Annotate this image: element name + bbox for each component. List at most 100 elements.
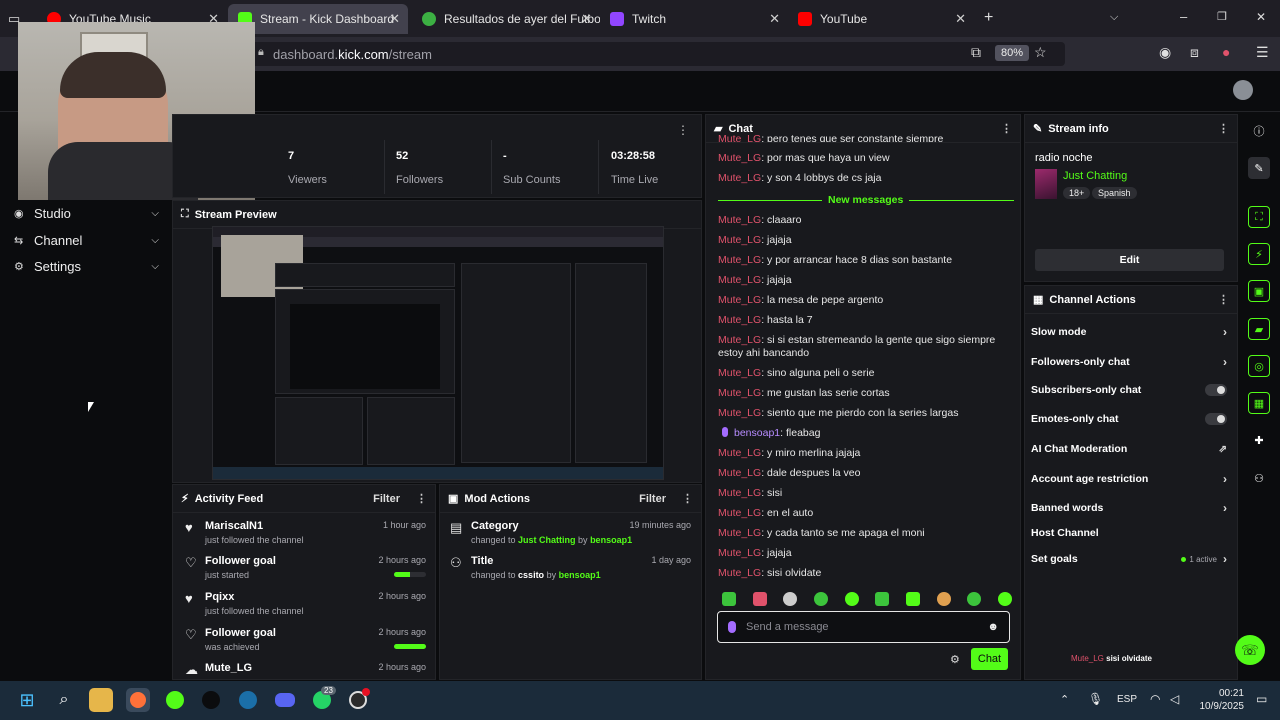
chat-username[interactable]: Mute_LG [718,274,761,286]
avatar[interactable] [1233,80,1253,100]
firefox-icon[interactable] [126,688,150,712]
chat-username[interactable]: Mute_LG [718,234,761,246]
mod-user[interactable]: bensoap1 [590,535,632,545]
bolt-icon[interactable]: ⚡︎ [1248,243,1270,265]
chat-username[interactable]: Mute_LG [718,447,761,459]
more-icon[interactable]: ⋮ [1218,122,1229,135]
chat-send-button[interactable]: Chat [971,648,1008,670]
chat-username[interactable]: Mute_LG [718,133,761,142]
chat-username[interactable]: Mute_LG [718,254,761,266]
sidebar-item-studio[interactable]: ◉ Studio ⌵ [14,206,159,221]
mod-user[interactable]: bensoap1 [559,570,601,580]
close-icon[interactable]: ✕ [389,11,400,27]
pencil-icon[interactable]: ✎ [1248,157,1270,179]
close-icon[interactable]: ✕ [955,11,966,27]
clock[interactable]: 00:21 10/9/2025 [1196,687,1245,713]
tab-futbol[interactable]: Resultados de ayer del Futbol A ✕ [412,4,600,34]
channel-actions-icon[interactable]: ▦ [1248,392,1270,414]
channel-action-account-age-restriction[interactable]: Account age restriction › [1031,472,1227,486]
mod-icon[interactable]: ▣ [1248,280,1270,302]
emote-icon[interactable] [783,592,798,606]
more-icon[interactable]: ⋮ [1218,293,1229,306]
toggle-switch[interactable] [1205,413,1227,425]
more-icon[interactable]: ⋮ [677,123,689,137]
mod-target[interactable]: Just Chatting [518,535,576,545]
channel-action-set-goals[interactable]: Set goals 1 active › [1031,552,1227,566]
stream-category[interactable]: Just Chatting [1063,170,1127,182]
emote-icon[interactable] [905,592,920,606]
channel-action-host-channel[interactable]: Host Channel [1031,527,1227,539]
chat-username[interactable]: Mute_LG [718,152,761,164]
edit-button[interactable]: Edit [1035,249,1224,271]
chat-username[interactable]: Mute_LG [718,314,761,326]
wifi-icon[interactable]: ◠ [1150,692,1160,706]
emote-icon[interactable] [997,592,1012,606]
minimize-icon[interactable]: – [1180,9,1187,24]
language-indicator[interactable]: ESP [1117,694,1137,705]
filter-button[interactable]: Filter [373,493,400,505]
chevron-down-icon[interactable]: ⌵ [1110,11,1118,24]
chevron-up-icon[interactable]: ⌃ [1060,693,1069,706]
wrench-icon[interactable]: ✚ [1248,429,1270,451]
chat-username[interactable]: Mute_LG [718,407,761,419]
more-icon[interactable]: ⋮ [682,492,693,505]
new-tab-icon[interactable]: + [984,9,993,27]
account-icon[interactable]: ◉ [1159,44,1171,61]
filter-button[interactable]: Filter [639,493,666,505]
channel-action-ai-chat-moderation[interactable]: AI Chat Moderation ⇗ [1031,443,1227,455]
users-icon[interactable]: ⚇ [1248,467,1270,489]
discord-icon[interactable] [273,688,297,712]
microphone-icon[interactable]: 🎙︎ [1088,692,1103,706]
channel-action-banned-words[interactable]: Banned words › [1031,501,1227,515]
chat-username[interactable]: Mute_LG [718,567,761,579]
notifications-icon[interactable]: ▭ [1256,692,1267,706]
chat-input[interactable]: Send a message ☻ [717,611,1010,643]
emote-icon[interactable] [844,592,859,606]
chat-username[interactable]: Mute_LG [718,467,761,479]
help-button[interactable]: ☏ [1235,635,1265,665]
spotify-icon[interactable] [163,688,187,712]
emote-icon[interactable] [967,592,982,606]
channel-action-subscribers-only-chat[interactable]: Subscribers-only chat [1031,384,1227,396]
chat-icon[interactable]: ▰ [1248,318,1270,340]
sidebar-item-settings[interactable]: ⚙ Settings ⌵ [14,259,159,274]
close-icon[interactable]: ✕ [581,11,592,27]
broadcast-icon[interactable]: ◎ [1248,355,1270,377]
chat-username[interactable]: Mute_LG [718,367,761,379]
app-g-icon[interactable] [199,688,223,712]
preview-video[interactable] [212,226,664,480]
window-close-icon[interactable]: ✕ [1256,10,1266,24]
chat-username[interactable]: Mute_LG [718,487,761,499]
steam-icon[interactable] [236,688,260,712]
chat-settings-icon[interactable]: ⚙ [950,653,960,666]
extension-badge-icon[interactable]: ● [1222,44,1230,60]
chat-username[interactable]: bensoap1 [734,427,780,439]
file-explorer-icon[interactable] [89,688,113,712]
screen-icon[interactable]: ⧉ [971,44,981,61]
zoom-level[interactable]: 80% [995,45,1030,61]
tab-kick-dashboard[interactable]: Stream - Kick Dashboard ✕ [228,4,408,34]
extensions-icon[interactable]: ⧈ [1190,44,1199,61]
address-bar[interactable]: dashboard. kick.com/stream [245,42,1065,66]
emote-icon[interactable] [722,592,736,606]
chat-username[interactable]: Mute_LG [718,214,761,226]
channel-action-followers-only-chat[interactable]: Followers-only chat › [1031,355,1227,369]
toggle-switch[interactable] [1205,384,1227,396]
lock-icon[interactable]: 🔒︎ [258,46,264,59]
emote-icon[interactable] [875,592,890,606]
emote-icon[interactable] [752,592,767,606]
channel-action-emotes-only-chat[interactable]: Emotes-only chat [1031,413,1227,425]
star-icon[interactable]: ☆ [1034,44,1047,61]
search-icon[interactable]: ⌕ [52,688,76,712]
windows-start-icon[interactable]: ⊞ [15,688,39,712]
chat-username[interactable]: Mute_LG [718,547,761,559]
close-icon[interactable]: ✕ [769,11,780,27]
channel-action-slow-mode[interactable]: Slow mode › [1031,325,1227,339]
tab-youtube[interactable]: YouTube ✕ [788,4,974,34]
chat-username[interactable]: Mute_LG [718,527,761,539]
chat-username[interactable]: Mute_LG [718,334,761,346]
chat-username[interactable]: Mute_LG [718,507,761,519]
maximize-icon[interactable]: ❐ [1217,10,1227,23]
emoji-icon[interactable]: ☻ [987,621,999,633]
chat-username[interactable]: Mute_LG [718,294,761,306]
